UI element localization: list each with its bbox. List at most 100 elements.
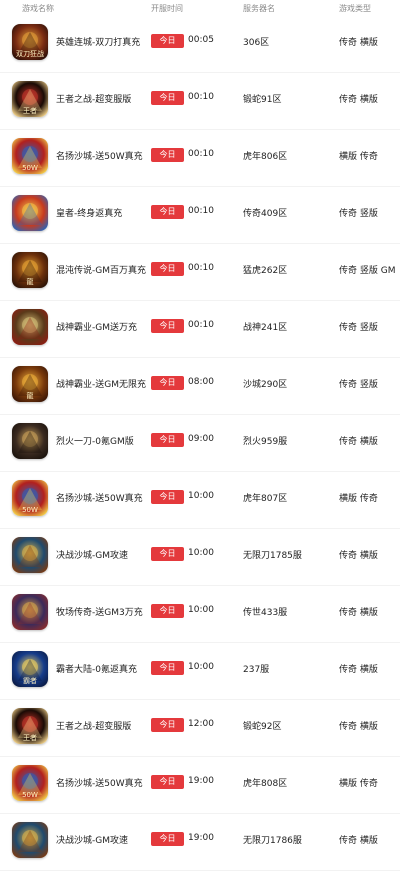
- game-name[interactable]: 战神霸业-GM送万充: [56, 320, 137, 333]
- game-name[interactable]: 决战沙城-GM攻速: [56, 833, 128, 846]
- today-badge: 今日: [151, 91, 184, 105]
- game-icon-war-god[interactable]: [12, 309, 48, 345]
- header-open-time: 开服时间: [151, 3, 183, 13]
- table-row[interactable]: 皇者-终身返真充 今日 00:10 传奇409区 传奇 竖版: [0, 187, 400, 244]
- today-badge: 今日: [151, 376, 184, 390]
- game-name[interactable]: 皇者-终身返真充: [56, 206, 122, 219]
- open-time: 09:00: [188, 434, 214, 444]
- game-icon-chaos-legend[interactable]: 龍: [12, 252, 48, 288]
- game-icon-dual-blade[interactable]: 双刀狂战: [12, 24, 48, 60]
- game-name[interactable]: 烈火一刀-0氪GM版: [56, 434, 134, 447]
- game-icon-sand-city[interactable]: 50W: [12, 765, 48, 801]
- game-name[interactable]: 决战沙城-GM攻速: [56, 548, 128, 561]
- open-time: 10:00: [188, 491, 214, 501]
- game-icon-decisive-sand[interactable]: [12, 822, 48, 858]
- game-type: 横版 传奇: [339, 494, 378, 504]
- table-row[interactable]: 王者 王者之战-超变服版 今日 00:10 锻蛇91区 传奇 横版: [0, 73, 400, 130]
- game-name[interactable]: 牧场传奇-送GM3万充: [56, 605, 143, 618]
- today-badge: 今日: [151, 661, 184, 675]
- server-schedule-table: 游戏名称 开服时间 服务器名 游戏类型 双刀狂战 英雄连城-双刀打真充 今日 0…: [0, 0, 400, 871]
- game-type: 传奇 横版: [339, 437, 378, 447]
- open-time: 19:00: [188, 833, 214, 843]
- header-game-type: 游戏类型: [339, 3, 371, 13]
- game-icon-flame-blade[interactable]: [12, 423, 48, 459]
- open-time: 12:00: [188, 719, 214, 729]
- open-time: 00:10: [188, 92, 214, 102]
- game-name[interactable]: 王者之战-超变服版: [56, 719, 131, 732]
- table-row[interactable]: 龍 混沌传说-GM百万真充 今日 00:10 猛虎262区 传奇 竖版 GM: [0, 244, 400, 301]
- game-type: 横版 传奇: [339, 779, 378, 789]
- server-name: 虎年807区: [243, 494, 288, 504]
- game-type: 传奇 横版: [339, 836, 378, 846]
- today-badge: 今日: [151, 490, 184, 504]
- game-name[interactable]: 名扬沙城-送50W真充: [56, 491, 143, 504]
- icon-caption: 双刀狂战: [16, 49, 44, 58]
- icon-caption: 龍: [27, 277, 34, 286]
- game-type: 传奇 横版: [339, 608, 378, 618]
- server-name: 虎年806区: [243, 152, 288, 162]
- game-icon-sand-city[interactable]: 50W: [12, 138, 48, 174]
- open-time: 00:10: [188, 320, 214, 330]
- game-name[interactable]: 英雄连城-双刀打真充: [56, 35, 140, 48]
- game-icon-decisive-sand[interactable]: [12, 537, 48, 573]
- game-name[interactable]: 名扬沙城-送50W真充: [56, 776, 143, 789]
- icon-caption: 龍: [27, 391, 34, 400]
- server-name: 锻蛇92区: [243, 722, 282, 732]
- today-badge: 今日: [151, 205, 184, 219]
- game-icon-war-god-gm[interactable]: 龍: [12, 366, 48, 402]
- table-row[interactable]: 决战沙城-GM攻速 今日 10:00 无限刀1785服 传奇 横版: [0, 529, 400, 586]
- table-row[interactable]: 战神霸业-GM送万充 今日 00:10 战神241区 传奇 竖版: [0, 301, 400, 358]
- game-name[interactable]: 霸者大陆-0氪返真充: [56, 662, 137, 675]
- today-badge: 今日: [151, 319, 184, 333]
- game-icon-ranch-legend[interactable]: [12, 594, 48, 630]
- game-icon-overlord-land[interactable]: 霸者: [12, 651, 48, 687]
- open-time: 19:00: [188, 776, 214, 786]
- open-time: 00:10: [188, 263, 214, 273]
- table-row[interactable]: 双刀狂战 英雄连城-双刀打真充 今日 00:05 306区 传奇 横版: [0, 16, 400, 73]
- table-row[interactable]: 王者 王者之战-超变服版 今日 12:00 锻蛇92区 传奇 横版: [0, 700, 400, 757]
- server-name: 沙城290区: [243, 380, 288, 390]
- table-row[interactable]: 50W 名扬沙城-送50W真充 今日 19:00 虎年808区 横版 传奇: [0, 757, 400, 814]
- header-game-name: 游戏名称: [22, 3, 54, 13]
- game-type: 传奇 横版: [339, 38, 378, 48]
- open-time: 00:10: [188, 149, 214, 159]
- open-time: 10:00: [188, 605, 214, 615]
- server-name: 237服: [243, 665, 270, 675]
- game-name[interactable]: 名扬沙城-送50W真充: [56, 149, 143, 162]
- server-name: 虎年808区: [243, 779, 288, 789]
- today-badge: 今日: [151, 547, 184, 561]
- icon-caption: 王者: [23, 107, 37, 115]
- table-row[interactable]: 决战沙城-GM攻速 今日 19:00 无限刀1786服 传奇 横版: [0, 814, 400, 871]
- game-name[interactable]: 混沌传说-GM百万真充: [56, 263, 146, 276]
- game-type: 传奇 横版: [339, 95, 378, 105]
- today-badge: 今日: [151, 433, 184, 447]
- today-badge: 今日: [151, 262, 184, 276]
- game-icon-sand-city[interactable]: 50W: [12, 480, 48, 516]
- game-icon-emperor[interactable]: [12, 195, 48, 231]
- server-name: 无限刀1786服: [243, 836, 302, 846]
- open-time: 10:00: [188, 662, 214, 672]
- game-name[interactable]: 王者之战-超变服版: [56, 92, 131, 105]
- game-name[interactable]: 战神霸业-送GM无限充: [56, 377, 146, 390]
- table-row[interactable]: 50W 名扬沙城-送50W真充 今日 10:00 虎年807区 横版 传奇: [0, 472, 400, 529]
- header-server-name: 服务器名: [243, 3, 275, 13]
- table-row[interactable]: 龍 战神霸业-送GM无限充 今日 08:00 沙城290区 传奇 竖版: [0, 358, 400, 415]
- icon-caption: 王者: [23, 734, 37, 742]
- table-body: 双刀狂战 英雄连城-双刀打真充 今日 00:05 306区 传奇 横版 王者 王…: [0, 16, 400, 871]
- server-name: 传奇409区: [243, 209, 288, 219]
- table-row[interactable]: 霸者 霸者大陆-0氪返真充 今日 10:00 237服 传奇 横版: [0, 643, 400, 700]
- table-row[interactable]: 牧场传奇-送GM3万充 今日 10:00 传世433服 传奇 横版: [0, 586, 400, 643]
- table-row[interactable]: 50W 名扬沙城-送50W真充 今日 00:10 虎年806区 横版 传奇: [0, 130, 400, 187]
- server-name: 锻蛇91区: [243, 95, 282, 105]
- today-badge: 今日: [151, 832, 184, 846]
- game-icon-king-war[interactable]: 王者: [12, 81, 48, 117]
- game-type: 传奇 竖版: [339, 380, 378, 390]
- game-type: 传奇 竖版: [339, 209, 378, 219]
- game-type: 横版 传奇: [339, 152, 378, 162]
- game-icon-king-war[interactable]: 王者: [12, 708, 48, 744]
- game-type: 传奇 横版: [339, 551, 378, 561]
- icon-caption: 50W: [22, 506, 38, 514]
- server-name: 无限刀1785服: [243, 551, 302, 561]
- icon-caption: 50W: [22, 164, 38, 172]
- table-row[interactable]: 烈火一刀-0氪GM版 今日 09:00 烈火959服 传奇 横版: [0, 415, 400, 472]
